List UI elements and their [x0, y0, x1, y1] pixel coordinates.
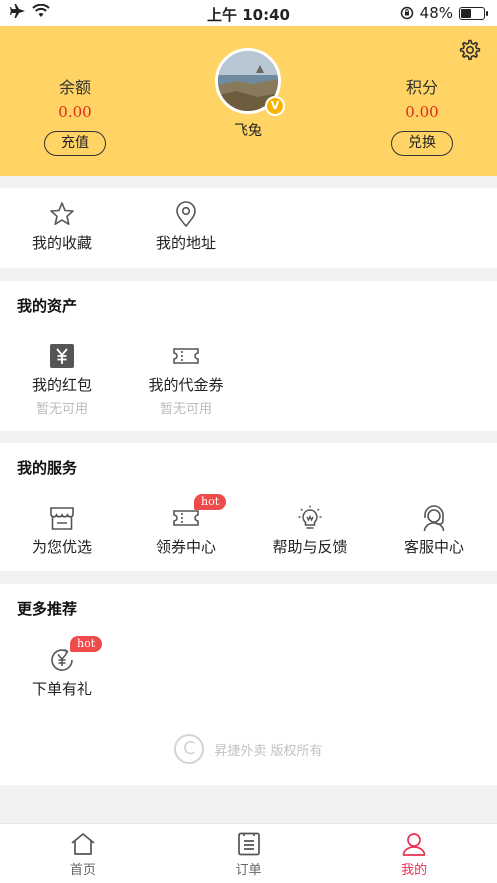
copyright-text: 昇捷外卖 版权所有 [214, 743, 323, 759]
avatar-wrapper[interactable]: V [215, 48, 285, 116]
points-label: 积分 [405, 78, 438, 97]
balance-block: 余额 0.00 充值 [25, 74, 125, 156]
balance-value: 0.00 [58, 103, 92, 121]
voucher-status: 暂无可用 [159, 402, 212, 417]
services-title: 我的服务 [17, 459, 78, 477]
hot-badge: hot [194, 494, 227, 510]
help-feedback-item[interactable]: 帮助与反馈 [248, 504, 372, 557]
star-icon [50, 202, 74, 225]
copyright: C 昇捷外卖 版权所有 [0, 734, 497, 764]
coupon-center-item[interactable]: hot 领券中心 [124, 494, 248, 557]
headset-icon [423, 505, 445, 532]
tab-mine-label: 我的 [401, 863, 428, 878]
address-label: 我的地址 [155, 234, 216, 252]
quick-links-section: 我的收藏 我的地址 [0, 188, 497, 268]
order-gift-item[interactable]: hot 下单有礼 [0, 636, 124, 699]
ticket-icon [173, 348, 199, 364]
customer-service-label: 客服中心 [403, 538, 464, 556]
tab-home[interactable]: 首页 [0, 824, 166, 883]
recharge-button[interactable]: 充值 [44, 131, 106, 156]
favorites-label: 我的收藏 [31, 234, 92, 252]
points-value: 0.00 [405, 103, 439, 121]
nickname: 飞兔 [234, 123, 262, 139]
voucher-label: 我的代金券 [148, 376, 224, 394]
customer-service-item[interactable]: 客服中心 [372, 504, 496, 557]
gear-icon[interactable] [457, 38, 481, 62]
user-icon [402, 833, 426, 856]
balance-label: 余额 [58, 78, 91, 97]
yuan-envelope-icon [50, 344, 74, 368]
tab-mine[interactable]: 我的 [331, 824, 497, 883]
assets-title: 我的资产 [17, 297, 78, 315]
order-gift-label: 下单有礼 [31, 680, 92, 698]
battery-percent: 48% [419, 4, 453, 22]
recommend-label: 为您优选 [31, 538, 92, 556]
store-icon [50, 507, 74, 530]
red-packet-label: 我的红包 [31, 376, 92, 394]
yuan-refresh-icon-wrap: hot [48, 636, 103, 674]
profile-header: 余额 0.00 充值 V 飞兔 积分 0.00 兑换 [0, 26, 497, 176]
home-icon [71, 833, 95, 855]
order-list-icon [237, 832, 260, 856]
tab-home-label: 首页 [69, 863, 96, 878]
points-block: 积分 0.00 兑换 [372, 74, 472, 156]
help-feedback-label: 帮助与反馈 [272, 538, 348, 556]
tab-orders-label: 订单 [235, 863, 262, 878]
orientation-lock-icon [400, 6, 413, 20]
exchange-button[interactable]: 兑换 [391, 131, 453, 156]
red-packet-status: 暂无可用 [35, 402, 88, 417]
red-packet-item[interactable]: 我的红包 暂无可用 [0, 342, 124, 417]
lightbulb-icon [298, 505, 322, 529]
voucher-item[interactable]: 我的代金券 暂无可用 [124, 342, 248, 417]
hot-badge: hot [70, 636, 103, 652]
bottom-tab-bar: 首页 订单 我的 [0, 823, 497, 883]
copyright-icon: C [174, 734, 205, 764]
recommend-item[interactable]: 为您优选 [0, 504, 124, 557]
assets-section: 我的资产 我的红包 暂无可用 我的代金券 暂无可用 [0, 281, 497, 431]
coupon-center-label: 领券中心 [155, 538, 216, 556]
address-item[interactable]: 我的地址 [124, 200, 248, 253]
location-pin-icon [176, 201, 196, 228]
coupon-icon-wrap: hot [172, 494, 227, 532]
battery-icon [459, 6, 488, 20]
tab-orders[interactable]: 订单 [166, 824, 332, 883]
vip-badge: V [265, 96, 285, 116]
favorites-item[interactable]: 我的收藏 [0, 200, 124, 253]
more-title: 更多推荐 [17, 600, 78, 618]
services-section: 我的服务 为您优选 hot 领券中心 帮助与反馈 客服中心 [0, 443, 497, 571]
status-bar: 上午 10:40 48% [0, 0, 497, 26]
